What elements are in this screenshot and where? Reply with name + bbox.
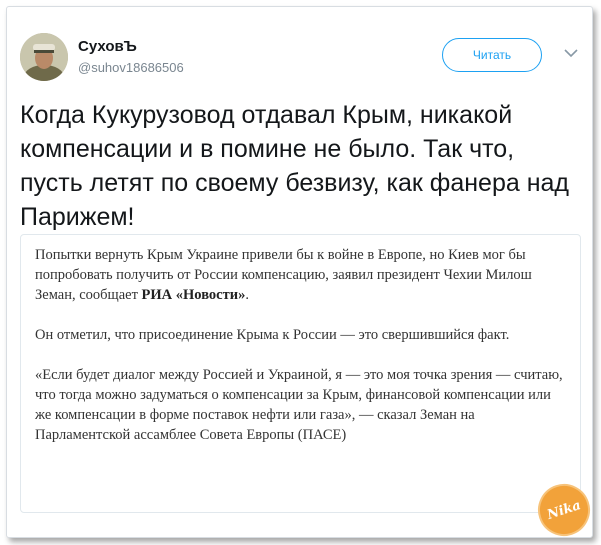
- quoted-card[interactable]: Попытки вернуть Крым Украине привели бы …: [20, 234, 581, 513]
- avatar[interactable]: [20, 33, 68, 81]
- source-name: РИА «Новости»: [141, 287, 246, 303]
- author-handle[interactable]: @suhov18686506: [78, 60, 184, 75]
- card-paragraph-3: «Если будет диалог между Россией и Украи…: [35, 367, 563, 443]
- card-paragraph-1-text: Попытки вернуть Крым Украине привели бы …: [35, 247, 532, 303]
- tweet-text: Когда Кукурузовод отдавал Крым, никакой …: [20, 101, 570, 231]
- card-body: Попытки вернуть Крым Украине привели бы …: [35, 245, 565, 465]
- avatar-image: [20, 33, 68, 81]
- follow-button-label: Читать: [472, 48, 512, 62]
- follow-button[interactable]: Читать: [442, 38, 542, 72]
- card-paragraph-2: Он отметил, что присоединение Крыма к Ро…: [35, 327, 510, 343]
- card-paragraph-1-end: .: [245, 287, 249, 303]
- watermark-text: Nika: [545, 497, 583, 523]
- card-paragraph-1: Попытки вернуть Крым Украине привели бы …: [35, 245, 565, 305]
- author-name[interactable]: СуховЪ: [78, 38, 137, 55]
- chevron-down-icon[interactable]: [563, 48, 579, 58]
